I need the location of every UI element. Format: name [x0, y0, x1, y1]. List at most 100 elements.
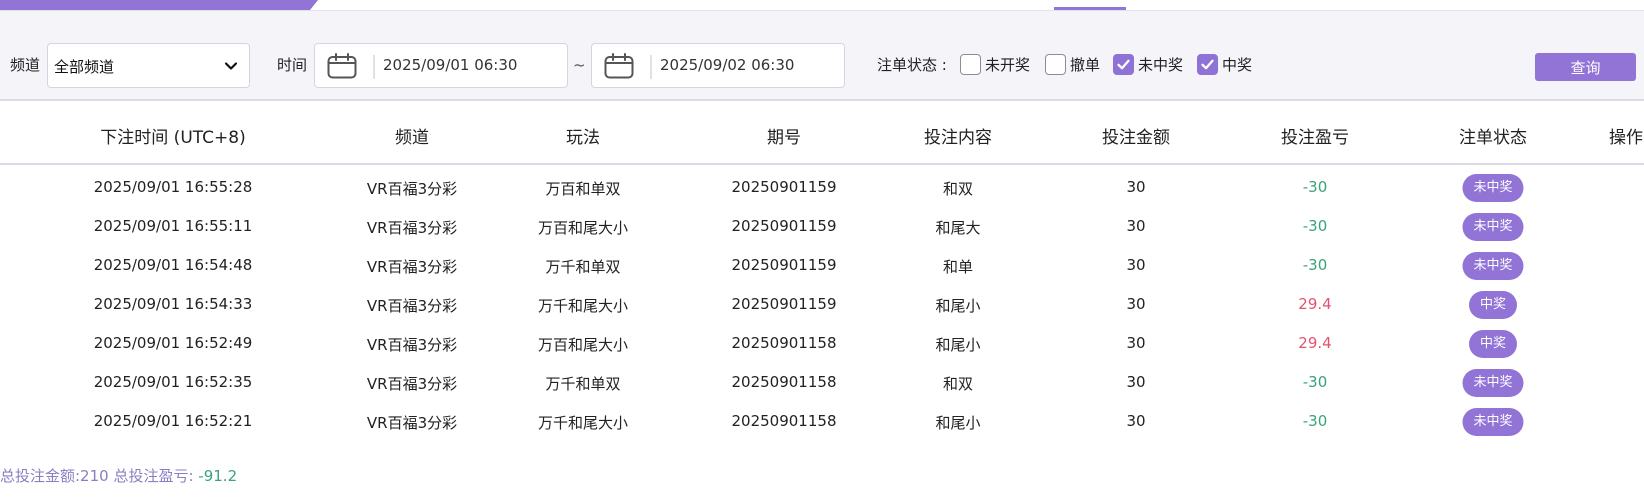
- cell-play: 万百和尾大小: [537, 336, 629, 354]
- cell-play: 万千和单双: [545, 375, 621, 393]
- cell-pl: 29.4: [1298, 334, 1332, 352]
- cell-content: 和尾小: [935, 336, 981, 354]
- cell-issue: 20250901158: [731, 373, 837, 391]
- total-amount-text: 总投注金额:210 总投注盈亏:: [0, 467, 194, 485]
- column-header: 下注时间 (UTC+8): [100, 128, 246, 148]
- status-checkbox-label: 未中奖: [1138, 56, 1184, 74]
- cell-content: 和尾大: [935, 219, 981, 237]
- calendar-icon: [327, 53, 357, 79]
- cell-play: 万百和单双: [545, 180, 621, 198]
- cell-channel: VR百福3分彩: [366, 219, 458, 237]
- cell-issue: 20250901159: [731, 178, 837, 196]
- status-checkbox-label: 未开奖: [985, 56, 1031, 74]
- end-date-input[interactable]: 2025/09/02 06:30: [591, 43, 845, 88]
- cell-channel: VR百福3分彩: [366, 180, 458, 198]
- column-header: 注单状态: [1459, 128, 1527, 148]
- range-separator: ~: [573, 56, 586, 74]
- cell-channel: VR百福3分彩: [366, 375, 458, 393]
- filter-bar: 频道 全部频道 时间 2025/09/01 06:30 ~ 2025/09/02…: [0, 11, 1644, 101]
- table-row: 2025/09/01 16:54:48 VR百福3分彩 万千和单双 202509011…: [0, 246, 1644, 285]
- column-header: 玩法: [566, 128, 600, 148]
- cell-time: 2025/09/01 16:52:49: [93, 334, 253, 352]
- cell-channel: VR百福3分彩: [366, 414, 458, 432]
- active-tab-indicator[interactable]: [0, 0, 318, 10]
- check-icon: [1117, 59, 1130, 70]
- cell-time: 2025/09/01 16:54:48: [93, 256, 253, 274]
- cell-pl: -30: [1302, 178, 1328, 196]
- cell-amount: 30: [1126, 334, 1146, 352]
- column-header: 频道: [395, 128, 429, 148]
- cell-content: 和单: [942, 258, 974, 276]
- start-date-input[interactable]: 2025/09/01 06:30: [314, 43, 568, 88]
- cell-amount: 30: [1126, 256, 1146, 274]
- start-date-value: 2025/09/01 06:30: [383, 56, 518, 74]
- cell-play: 万千和尾大小: [537, 414, 629, 432]
- cell-amount: 30: [1126, 295, 1146, 313]
- status-checkbox-not-won[interactable]: [1113, 54, 1134, 75]
- column-header: 投注金额: [1102, 128, 1170, 148]
- status-checkbox-cancelled[interactable]: [1045, 54, 1066, 75]
- cell-content: 和双: [942, 375, 974, 393]
- channel-select-value: 全部频道: [54, 58, 115, 76]
- column-header: 投注内容: [924, 128, 992, 148]
- table-row: 2025/09/01 16:55:11 VR百福3分彩 万百和尾大小 20250901…: [0, 207, 1644, 246]
- cell-issue: 20250901158: [731, 334, 837, 352]
- date-divider: [373, 55, 375, 79]
- total-profit-loss: -91.2: [198, 467, 238, 485]
- cell-amount: 30: [1126, 373, 1146, 391]
- column-header: 投注盈亏: [1281, 128, 1349, 148]
- status-badge: 中奖: [1468, 291, 1518, 319]
- cell-pl: 29.4: [1298, 295, 1332, 313]
- cell-time: 2025/09/01 16:55:28: [93, 178, 253, 196]
- tab-underline: [1054, 7, 1126, 10]
- table-row: 2025/09/01 16:55:28 VR百福3分彩 万百和单双 202509011…: [0, 168, 1644, 207]
- chevron-down-icon: [224, 62, 238, 70]
- cell-issue: 20250901159: [731, 295, 837, 313]
- cell-pl: -30: [1302, 412, 1328, 430]
- cell-amount: 30: [1126, 178, 1146, 196]
- status-badge: 中奖: [1468, 330, 1518, 358]
- status-badge: 未中奖: [1462, 408, 1524, 436]
- status-badge: 未中奖: [1462, 213, 1524, 241]
- status-checkbox-label: 中奖: [1222, 56, 1253, 74]
- cell-content: 和尾小: [935, 297, 981, 315]
- cell-time: 2025/09/01 16:52:21: [93, 412, 253, 430]
- cell-channel: VR百福3分彩: [366, 258, 458, 276]
- cell-play: 万千和尾大小: [537, 297, 629, 315]
- cell-issue: 20250901158: [731, 412, 837, 430]
- status-filter-label: 注单状态 :: [877, 56, 947, 74]
- cell-amount: 30: [1126, 412, 1146, 430]
- status-checkbox-label: 撤单: [1070, 56, 1101, 74]
- top-tab-bar: [0, 0, 1644, 11]
- cell-issue: 20250901159: [731, 217, 837, 235]
- status-badge: 未中奖: [1462, 174, 1524, 202]
- channel-label: 频道: [10, 56, 41, 74]
- status-badge: 未中奖: [1462, 252, 1524, 280]
- column-header: 期号: [767, 128, 801, 148]
- table-row: 2025/09/01 16:54:33 VR百福3分彩 万千和尾大小 20250901…: [0, 285, 1644, 324]
- table-header: 下注时间 (UTC+8) 频道 玩法 期号 投注内容 投注金额 投注盈亏 注单状态 操作: [0, 103, 1644, 165]
- status-checkbox-won[interactable]: [1197, 54, 1218, 75]
- status-checkbox-unopened[interactable]: [960, 54, 981, 75]
- table-row: 2025/09/01 16:52:49 VR百福3分彩 万百和尾大小 20250901…: [0, 324, 1644, 363]
- cell-play: 万百和尾大小: [537, 219, 629, 237]
- table-row: 2025/09/01 16:52:21 VR百福3分彩 万千和尾大小 20250901…: [0, 402, 1644, 441]
- cell-play: 万千和单双: [545, 258, 621, 276]
- channel-select[interactable]: 全部频道: [47, 43, 250, 88]
- column-header: 操作: [1609, 128, 1643, 148]
- calendar-icon: [604, 53, 634, 79]
- cell-pl: -30: [1302, 217, 1328, 235]
- cell-content: 和尾小: [935, 414, 981, 432]
- cell-time: 2025/09/01 16:52:35: [93, 373, 253, 391]
- cell-content: 和双: [942, 180, 974, 198]
- cell-channel: VR百福3分彩: [366, 336, 458, 354]
- query-button[interactable]: 查询: [1535, 53, 1636, 81]
- cell-amount: 30: [1126, 217, 1146, 235]
- status-badge: 未中奖: [1462, 369, 1524, 397]
- cell-time: 2025/09/01 16:55:11: [93, 217, 253, 235]
- table-row: 2025/09/01 16:52:35 VR百福3分彩 万千和单双 202509011…: [0, 363, 1644, 402]
- cell-pl: -30: [1302, 256, 1328, 274]
- check-icon: [1201, 59, 1214, 70]
- cell-issue: 20250901159: [731, 256, 837, 274]
- time-label: 时间: [277, 56, 308, 74]
